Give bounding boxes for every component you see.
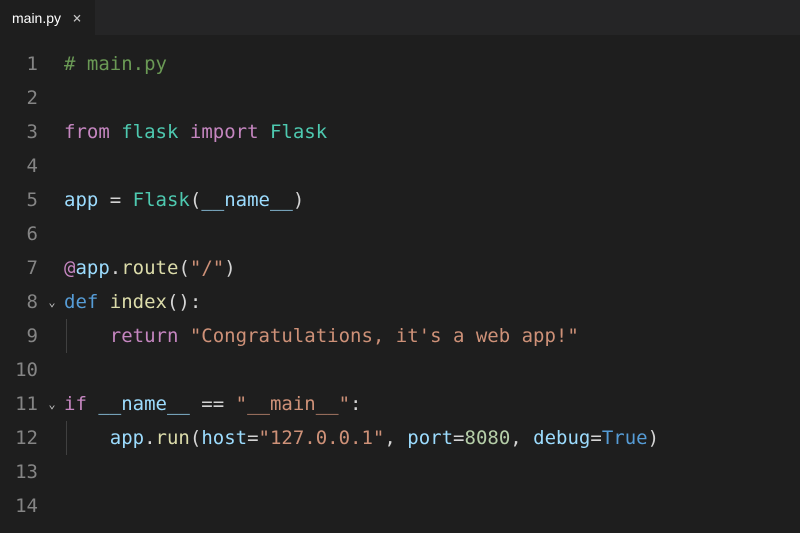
code-area[interactable]: # main.py from flask import Flask app = … [60,47,800,523]
chevron-down-icon[interactable]: ⌄ [44,285,60,319]
close-icon[interactable]: × [69,10,85,26]
code-line [64,489,800,523]
code-line [64,217,800,251]
line-number-gutter: 1 2 3 4 5 6 7 8 9 10 11 12 13 14 [0,47,44,523]
code-line: if __name__ == "__main__": [64,387,800,421]
code-line: app.run(host="127.0.0.1", port=8080, deb… [64,421,800,455]
code-line: def index(): [64,285,800,319]
line-number: 11 [0,387,38,421]
code-line: from flask import Flask [64,115,800,149]
line-number: 1 [0,47,38,81]
code-line: return "Congratulations, it's a web app!… [64,319,800,353]
line-number: 10 [0,353,38,387]
code-line: # main.py [64,47,800,81]
line-number: 12 [0,421,38,455]
code-editor[interactable]: 1 2 3 4 5 6 7 8 9 10 11 12 13 14 ⌄ ⌄ # m… [0,35,800,523]
line-number: 3 [0,115,38,149]
line-number: 6 [0,217,38,251]
code-line [64,149,800,183]
line-number: 9 [0,319,38,353]
line-number: 14 [0,489,38,523]
line-number: 2 [0,81,38,115]
code-line: @app.route("/") [64,251,800,285]
code-line: app = Flask(__name__) [64,183,800,217]
line-number: 8 [0,285,38,319]
code-line [64,81,800,115]
line-number: 4 [0,149,38,183]
code-line [64,455,800,489]
line-number: 5 [0,183,38,217]
tab-label: main.py [12,10,61,26]
chevron-down-icon[interactable]: ⌄ [44,387,60,421]
tab-bar: main.py × [0,0,800,35]
code-line [64,353,800,387]
tab-main-py[interactable]: main.py × [0,0,96,35]
line-number: 13 [0,455,38,489]
line-number: 7 [0,251,38,285]
fold-gutter: ⌄ ⌄ [44,47,60,523]
